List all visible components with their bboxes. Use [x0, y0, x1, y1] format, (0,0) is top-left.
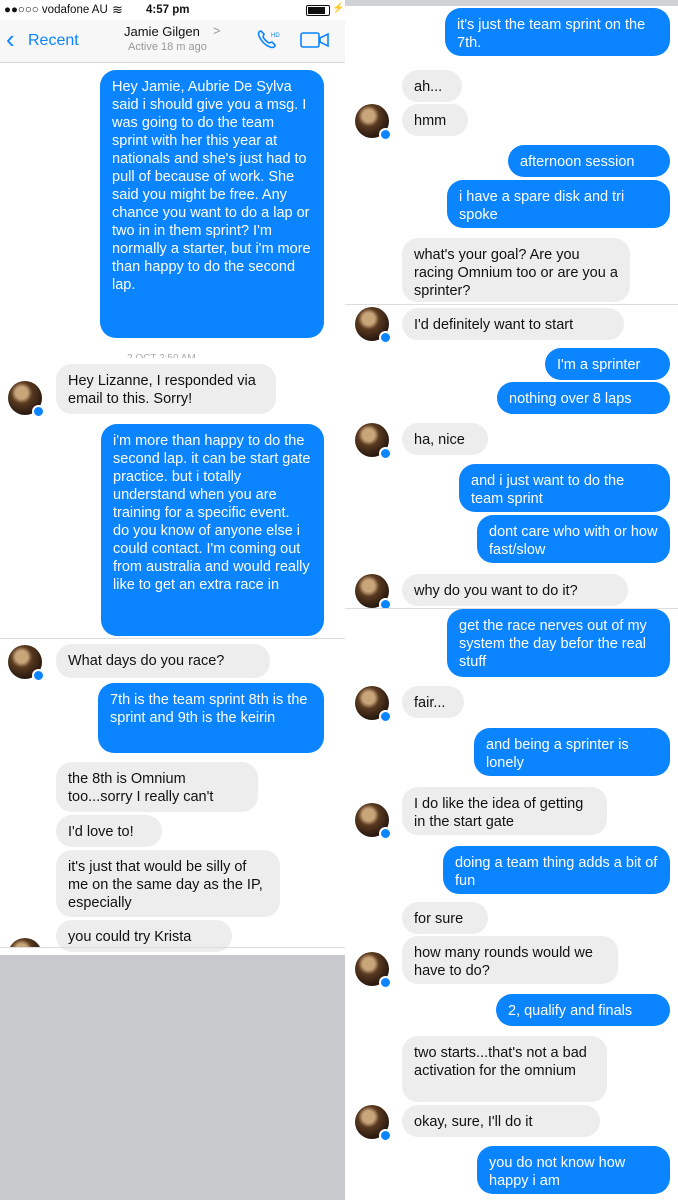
carrier-label: ●●○○○ vodafone AU	[4, 4, 108, 16]
message-bubble-sent[interactable]: doing a team thing adds a bit of fun	[443, 846, 670, 894]
message-bubble-sent[interactable]: nothing over 8 laps	[497, 382, 670, 414]
message-timestamp: 2 OCT 2:50 AM	[127, 352, 196, 358]
empty-panel	[0, 955, 345, 1200]
message-bubble-received[interactable]: Hey Lizanne, I responded via email to th…	[56, 364, 276, 414]
avatar[interactable]	[355, 1105, 392, 1142]
panel-top-strip	[345, 0, 678, 6]
screenshot-divider	[0, 638, 345, 639]
video-camera-icon[interactable]	[300, 31, 330, 54]
message-bubble-sent[interactable]: you do not know how happy i am	[477, 1146, 670, 1194]
message-bubble-received[interactable]: the 8th is Omnium too...sorry I really c…	[56, 762, 258, 812]
avatar[interactable]	[355, 803, 392, 840]
avatar[interactable]	[355, 952, 392, 989]
message-bubble-sent[interactable]: get the race nerves out of my system the…	[447, 609, 670, 677]
message-bubble-received[interactable]: I'd definitely want to start	[402, 308, 624, 340]
message-bubble-received[interactable]: I do like the idea of getting in the sta…	[402, 787, 607, 835]
message-bubble-sent[interactable]: i'm more than happy to do the second lap…	[101, 424, 324, 636]
message-bubble-received[interactable]: ha, nice	[402, 423, 488, 455]
message-bubble-received[interactable]: ah...	[402, 70, 462, 102]
clock: 4:57 pm	[146, 4, 190, 16]
conversation-header: ‹ Recent Jamie Gilgen > Active 18 m ago …	[0, 20, 345, 63]
avatar[interactable]	[355, 307, 392, 344]
battery-icon	[306, 5, 330, 16]
message-bubble-received[interactable]: two starts...that's not a bad activation…	[402, 1036, 607, 1102]
avatar[interactable]	[355, 423, 392, 460]
message-bubble-sent[interactable]: I'm a sprinter	[545, 348, 670, 380]
messenger-badge-icon	[379, 1129, 392, 1142]
message-bubble-sent[interactable]: it's just the team sprint on the 7th.	[445, 8, 670, 56]
status-bar: ●●○○○ vodafone AU ≋ 4:57 pm ⚡	[0, 0, 345, 20]
message-bubble-received[interactable]: what's your goal? Are you racing Omnium …	[402, 238, 630, 302]
message-bubble-received[interactable]: why do you want to do it?	[402, 574, 628, 606]
active-status: Active 18 m ago	[128, 41, 207, 53]
message-bubble-received[interactable]: What days do you race?	[56, 644, 270, 678]
phone-hd-icon[interactable]: HD	[256, 28, 282, 55]
message-bubble-sent[interactable]: and being a sprinter is lonely	[474, 728, 670, 776]
contact-name[interactable]: Jamie Gilgen	[124, 24, 200, 39]
message-bubble-sent[interactable]: 2, qualify and finals	[496, 994, 670, 1026]
message-bubble-received[interactable]: okay, sure, I'll do it	[402, 1105, 600, 1137]
messenger-badge-icon	[379, 128, 392, 141]
message-bubble-sent[interactable]: afternoon session	[508, 145, 670, 177]
avatar[interactable]	[355, 104, 392, 141]
avatar[interactable]	[8, 381, 45, 418]
messenger-badge-icon	[32, 669, 45, 682]
message-bubble-received[interactable]: fair...	[402, 686, 464, 718]
wifi-icon: ≋	[112, 2, 123, 17]
svg-text:HD: HD	[271, 33, 280, 39]
messenger-badge-icon	[379, 331, 392, 344]
charging-icon: ⚡	[332, 3, 345, 14]
back-chevron-icon[interactable]: ‹	[6, 26, 15, 52]
screenshot-divider	[345, 304, 678, 305]
message-bubble-received[interactable]: I'd love to!	[56, 815, 162, 847]
message-bubble-sent[interactable]: Hey Jamie, Aubrie De Sylva said i should…	[100, 70, 324, 338]
message-bubble-received[interactable]: hmm	[402, 104, 468, 136]
avatar[interactable]	[355, 686, 392, 723]
chevron-right-icon: >	[213, 23, 221, 38]
message-bubble-received[interactable]: for sure	[402, 902, 488, 934]
message-bubble-received[interactable]: how many rounds would we have to do?	[402, 936, 618, 984]
avatar[interactable]	[8, 645, 45, 682]
message-bubble-received[interactable]: it's just that would be silly of me on t…	[56, 850, 280, 917]
messenger-badge-icon	[379, 598, 392, 611]
message-bubble-sent[interactable]: and i just want to do the team sprint	[459, 464, 670, 512]
avatar[interactable]	[355, 574, 392, 611]
message-bubble-sent[interactable]: i have a spare disk and tri spoke	[447, 180, 670, 228]
messenger-badge-icon	[32, 405, 45, 418]
message-bubble-sent[interactable]: 7th is the team sprint 8th is the sprint…	[98, 683, 324, 753]
messenger-badge-icon	[379, 976, 392, 989]
messenger-badge-icon	[379, 827, 392, 840]
messenger-badge-icon	[379, 447, 392, 460]
screenshot-divider	[0, 947, 345, 948]
messenger-badge-icon	[379, 710, 392, 723]
message-bubble-sent[interactable]: dont care who with or how fast/slow	[477, 515, 670, 563]
back-button[interactable]: Recent	[28, 32, 79, 50]
